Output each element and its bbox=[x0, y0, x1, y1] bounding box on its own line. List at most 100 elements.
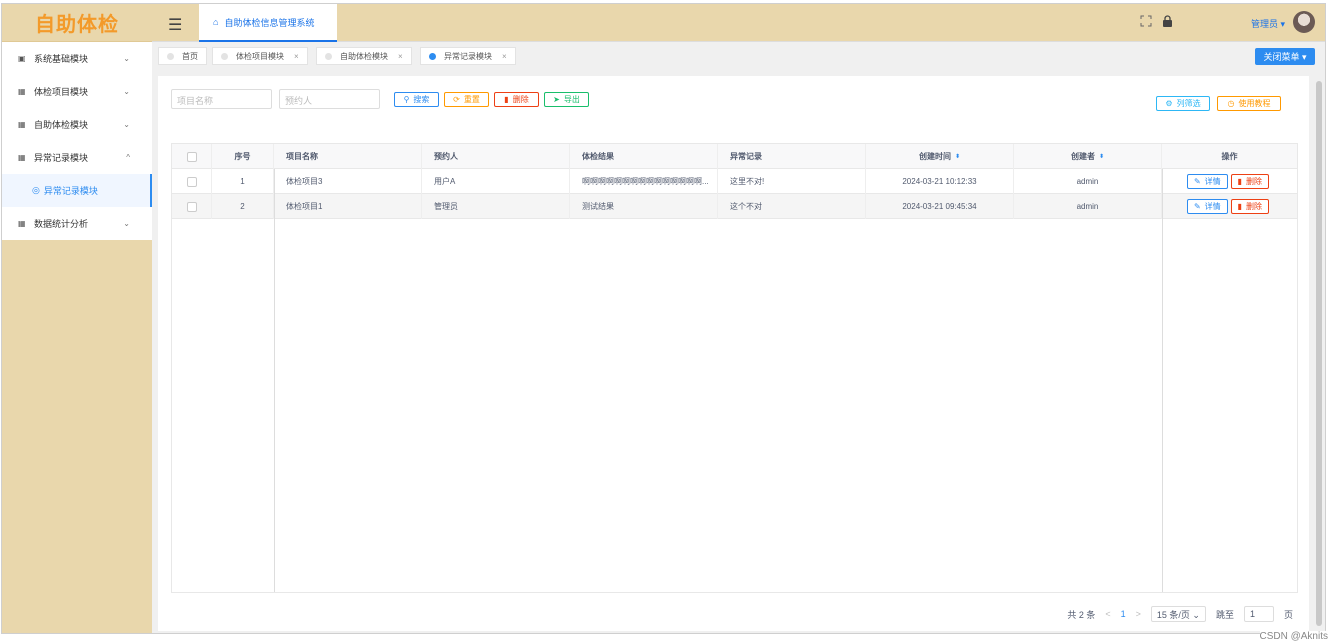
cell-result: 测试结果 bbox=[570, 194, 718, 219]
col-header-no: 序号 bbox=[212, 144, 274, 169]
col-header-abnormal: 异常记录 bbox=[718, 144, 866, 169]
app-logo[interactable]: 自助体检 bbox=[2, 4, 152, 42]
header-icons bbox=[1140, 15, 1173, 30]
sidebar-item-self-exam[interactable]: ▦ 自助体检模块 ⌄ bbox=[2, 108, 152, 141]
cell-creator: admin bbox=[1014, 169, 1162, 194]
sort-icon[interactable]: ⬍ bbox=[1099, 153, 1104, 160]
grid-icon: ▦ bbox=[18, 87, 26, 96]
sidebar-item-label: 自助体检模块 bbox=[34, 120, 89, 130]
user-name: 管理员 bbox=[1250, 19, 1278, 29]
col-header-actions: 操作 bbox=[1221, 152, 1238, 161]
scrollbar-thumb[interactable] bbox=[1316, 81, 1322, 626]
close-menu-button[interactable]: 关闭菜单 ▾ bbox=[1255, 48, 1315, 65]
sidebar-item-abnormal[interactable]: ▦ 异常记录模块 ^ bbox=[2, 141, 152, 174]
cell-name: 体检项目1 bbox=[274, 194, 422, 219]
cell-actions: ✎ 详情 ▮ 删除 bbox=[1162, 194, 1297, 219]
row-select-cell bbox=[172, 169, 212, 194]
tab-abnormal-records[interactable]: 异常记录模块 × bbox=[420, 47, 516, 65]
lock-icon[interactable] bbox=[1162, 15, 1173, 30]
sidebar-item-label: 异常记录模块 bbox=[34, 153, 89, 163]
sidebar-subitem-abnormal-records[interactable]: ◎ 异常记录模块 bbox=[2, 174, 152, 207]
cell-person: 用户A bbox=[422, 169, 570, 194]
total-count: 共 2 条 bbox=[1067, 609, 1096, 620]
tutorial-button[interactable]: ◷ 使用教程 bbox=[1217, 96, 1281, 111]
goto-label: 跳至 bbox=[1215, 609, 1234, 620]
detail-button-label: 详情 bbox=[1204, 202, 1221, 211]
search-icon: ⚲ bbox=[403, 95, 410, 104]
edit-icon: ✎ bbox=[1193, 202, 1201, 211]
edit-icon: ✎ bbox=[1193, 177, 1201, 186]
main-content: 项目名称 预约人 ⚲ 搜索 ⟳ 重置 ▮ 删除 ➤ 导出 ⚙ 列筛选 ◷ 使用教程 序号 项… bbox=[158, 76, 1309, 631]
page-unit-label: 页 bbox=[1283, 609, 1293, 620]
export-button-label: 导出 bbox=[563, 95, 580, 104]
cell-no: 1 bbox=[212, 169, 274, 194]
user-menu[interactable]: 管理员 ▾ bbox=[1251, 17, 1285, 30]
sidebar-item-exam-items[interactable]: ▦ 体检项目模块 ⌄ bbox=[2, 75, 152, 108]
row-checkbox[interactable] bbox=[186, 176, 197, 187]
sidebar-subitem-label: 异常记录模块 bbox=[43, 186, 98, 196]
page-scrollbar[interactable] bbox=[1315, 75, 1323, 631]
table-row: 1 体检项目3 用户A 啊啊啊啊啊啊啊啊啊啊啊啊啊啊啊... 这里不对! 202… bbox=[172, 169, 1297, 194]
column-filter-label: 列筛选 bbox=[1176, 99, 1201, 108]
sidebar-item-statistics[interactable]: ▦ 数据统计分析 ⌄ bbox=[2, 207, 152, 240]
select-all-checkbox[interactable] bbox=[186, 151, 197, 162]
export-button[interactable]: ➤ 导出 bbox=[544, 92, 589, 107]
col-header-creator[interactable]: 创建者 ⬍ bbox=[1014, 144, 1162, 169]
records-table: 序号 项目名称 预约人 体检结果 异常记录 创建时间 ⬍ 创建者 ⬍ 操作 1 体检… bbox=[171, 143, 1298, 593]
search-button[interactable]: ⚲ 搜索 bbox=[394, 92, 439, 107]
watermark: CSDN @Aknits bbox=[1259, 631, 1328, 642]
next-page-icon[interactable]: > bbox=[1136, 609, 1141, 619]
cell-time: 2024-03-21 09:45:34 bbox=[866, 194, 1014, 219]
prev-page-icon[interactable]: < bbox=[1105, 609, 1110, 619]
fullscreen-icon[interactable] bbox=[1140, 15, 1152, 30]
app-title: 自助体检信息管理系统 bbox=[224, 17, 315, 28]
cell-name: 体检项目3 bbox=[274, 169, 422, 194]
tab-dot-icon bbox=[325, 52, 332, 60]
person-input[interactable]: 预约人 bbox=[279, 89, 380, 109]
fixed-column-divider bbox=[274, 169, 275, 592]
sidebar-menu: ▣ 系统基础模块 ⌄ ▦ 体检项目模块 ⌄ ▦ 自助体检模块 ⌄ ▦ 异常记录模… bbox=[2, 42, 152, 240]
goto-page-input[interactable]: 1 bbox=[1243, 606, 1274, 622]
cell-creator: admin bbox=[1014, 194, 1162, 219]
system-icon: ▣ bbox=[18, 54, 26, 63]
sort-icon[interactable]: ⬍ bbox=[955, 153, 960, 160]
col-header-name: 项目名称 bbox=[274, 144, 422, 169]
chevron-down-icon: ⌄ bbox=[123, 120, 130, 129]
row-delete-button[interactable]: ▮ 删除 bbox=[1230, 174, 1270, 189]
chevron-down-icon: ⌄ bbox=[123, 219, 130, 228]
delete-button[interactable]: ▮ 删除 bbox=[494, 92, 539, 107]
row-select-cell bbox=[172, 194, 212, 219]
gear-icon: ⚙ bbox=[1165, 99, 1173, 108]
sidebar-item-system[interactable]: ▣ 系统基础模块 ⌄ bbox=[2, 42, 152, 75]
sidebar: 自助体检 ▣ 系统基础模块 ⌄ ▦ 体检项目模块 ⌄ ▦ 自助体检模块 ⌄ ▦ … bbox=[2, 4, 152, 633]
close-icon[interactable]: × bbox=[502, 52, 507, 61]
row-delete-button[interactable]: ▮ 删除 bbox=[1230, 199, 1270, 214]
fixed-column-divider bbox=[1162, 169, 1163, 592]
close-icon[interactable]: × bbox=[398, 52, 403, 61]
column-filter-button[interactable]: ⚙ 列筛选 bbox=[1156, 96, 1210, 111]
chevron-down-icon: ⌄ bbox=[123, 54, 130, 63]
avatar[interactable] bbox=[1293, 11, 1315, 33]
tab-self-exam[interactable]: 自助体检模块 × bbox=[316, 47, 412, 65]
page-number[interactable]: 1 bbox=[1121, 609, 1126, 619]
col-header-person: 预约人 bbox=[422, 144, 570, 169]
menu-toggle-icon[interactable]: ☰ bbox=[168, 15, 182, 35]
close-icon[interactable]: × bbox=[294, 52, 299, 61]
tab-home[interactable]: 首页 bbox=[158, 47, 207, 65]
tab-exam-items[interactable]: 体检项目模块 × bbox=[212, 47, 308, 65]
detail-button-label: 详情 bbox=[1204, 177, 1221, 186]
col-header-time-label: 创建时间 bbox=[918, 152, 951, 161]
col-header-time[interactable]: 创建时间 ⬍ bbox=[866, 144, 1014, 169]
row-checkbox[interactable] bbox=[186, 201, 197, 212]
page-size-select[interactable]: 15 条/页 ⌄ bbox=[1150, 606, 1206, 622]
top-nav-home[interactable]: ⌂ 自助体检信息管理系统 bbox=[199, 4, 337, 42]
reset-button[interactable]: ⟳ 重置 bbox=[444, 92, 489, 107]
detail-button[interactable]: ✎ 详情 bbox=[1186, 199, 1228, 214]
tab-bar: 首页 体检项目模块 × 自助体检模块 × 异常记录模块 × 关闭菜单 ▾ bbox=[152, 43, 1325, 75]
sidebar-item-label: 系统基础模块 bbox=[34, 54, 89, 64]
cell-person: 管理员 bbox=[422, 194, 570, 219]
project-name-input[interactable]: 项目名称 bbox=[171, 89, 272, 109]
pagination: 共 2 条 < 1 > 15 条/页 ⌄ 跳至 1 页 bbox=[1067, 606, 1293, 622]
app-window: 自助体检 ▣ 系统基础模块 ⌄ ▦ 体检项目模块 ⌄ ▦ 自助体检模块 ⌄ ▦ … bbox=[1, 3, 1326, 634]
detail-button[interactable]: ✎ 详情 bbox=[1186, 174, 1228, 189]
